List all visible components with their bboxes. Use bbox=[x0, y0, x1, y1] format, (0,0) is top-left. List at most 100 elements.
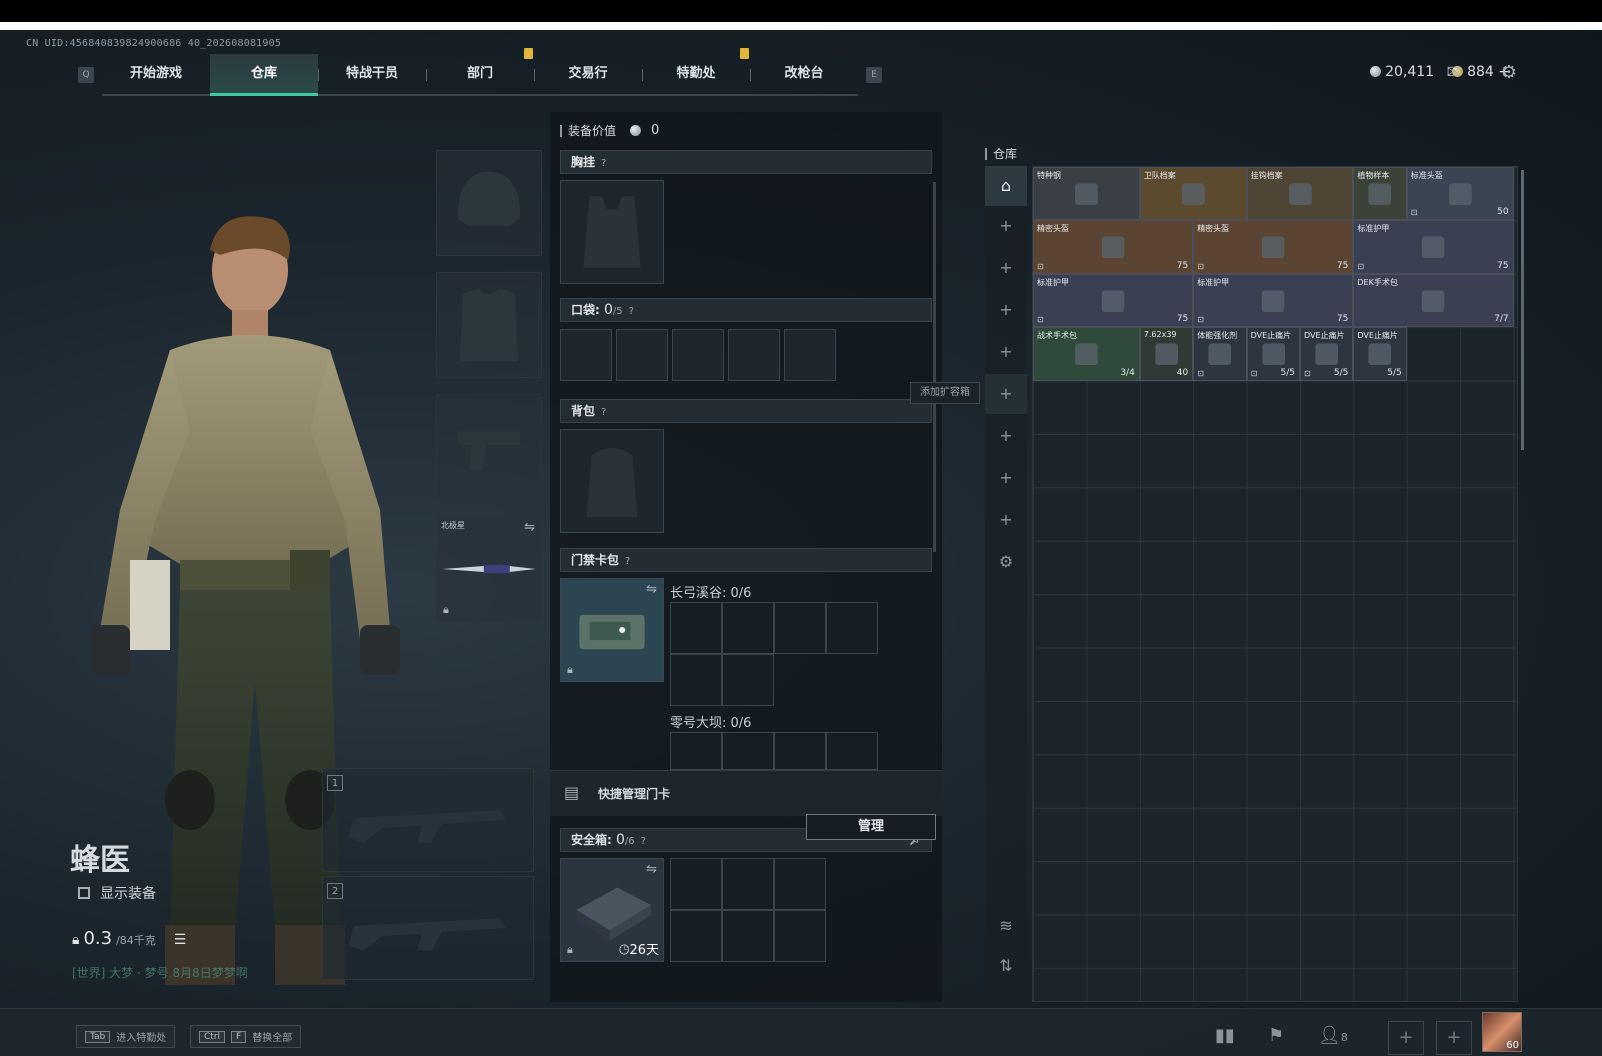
tab-warehouse[interactable]: 仓库 bbox=[210, 54, 318, 96]
nav-next-key[interactable]: E bbox=[866, 67, 882, 83]
world-chat-line[interactable]: [世界] 大梦 · 梦号 8月8日梦梦啊 bbox=[72, 964, 248, 981]
keycard-cell[interactable] bbox=[774, 602, 826, 654]
warehouse-item[interactable]: DVE止痛片 ⊡ 5/5 bbox=[1246, 327, 1300, 381]
add-page-icon[interactable]: + bbox=[985, 290, 1027, 330]
swap-icon[interactable]: ⇋ bbox=[524, 520, 535, 535]
nav-prev-key[interactable]: Q bbox=[78, 67, 94, 83]
tab-gunsmith[interactable]: 改枪台 bbox=[740, 48, 858, 94]
help-icon[interactable]: ? bbox=[601, 407, 606, 418]
stats-icon[interactable]: ▮▮ bbox=[1215, 1025, 1235, 1046]
pocket-slot[interactable] bbox=[728, 329, 780, 381]
add-page-icon[interactable]: + bbox=[985, 416, 1027, 456]
warehouse-item[interactable]: DVE止痛片 5/5 bbox=[1353, 327, 1407, 381]
warehouse-item[interactable]: 特种钢 bbox=[1033, 167, 1140, 221]
keycard-cell[interactable] bbox=[722, 602, 774, 654]
tab-operators[interactable]: 特战干员 bbox=[318, 54, 426, 94]
safebox-cell[interactable] bbox=[774, 910, 826, 962]
warehouse-item[interactable]: 标准护甲 ⊡ 75 bbox=[1033, 273, 1194, 328]
list-icon[interactable]: ☰ bbox=[174, 932, 187, 948]
add-page-icon[interactable]: + bbox=[985, 500, 1027, 540]
warehouse-item[interactable]: 植物样本 bbox=[1353, 167, 1407, 221]
chest-rig-header: 胸挂? bbox=[560, 150, 932, 174]
friends-icon[interactable]: 👤︎8 bbox=[1318, 1025, 1348, 1046]
safebox-cell[interactable] bbox=[774, 858, 826, 910]
warehouse-item[interactable]: 卫队档案 bbox=[1139, 167, 1247, 221]
primary-weapon-slot[interactable]: 1 bbox=[322, 768, 534, 872]
warehouse-item[interactable]: 战术手术包 3/4 bbox=[1033, 327, 1140, 381]
mail-icon[interactable]: ✉ bbox=[1443, 64, 1465, 82]
warehouse-grid[interactable]: 特种钢 卫队档案 挂钩档案 植物样本 标准头盔 ⊡ 50 精密头盔 ⊡ 75 精密头盔 ⊡ 75 标准护甲… bbox=[1032, 166, 1518, 1002]
show-equipment-checkbox[interactable] bbox=[78, 887, 90, 899]
add-page-icon[interactable]: + bbox=[985, 206, 1027, 246]
pocket-slot[interactable] bbox=[672, 329, 724, 381]
pocket-slot[interactable] bbox=[616, 329, 668, 381]
warehouse-item[interactable]: 精密头盔 ⊡ 75 bbox=[1033, 220, 1194, 274]
gear-icon[interactable]: ⚙ bbox=[1498, 64, 1520, 82]
avatar[interactable]: 60 bbox=[1482, 1012, 1522, 1052]
keycard-cell[interactable] bbox=[670, 732, 722, 770]
add-page-icon[interactable]: + bbox=[985, 458, 1027, 498]
pocket-slot[interactable] bbox=[560, 329, 612, 381]
replace-all-hint[interactable]: Ctrl F 替换全部 bbox=[190, 1025, 302, 1048]
add-party-slot[interactable]: + bbox=[1436, 1021, 1472, 1055]
safebox-slot[interactable]: ⇋ 🔒︎ 🕒︎26天 bbox=[560, 858, 664, 962]
keycard-cell[interactable] bbox=[722, 732, 774, 770]
melee-slot[interactable]: 北极星 ⇋ 🔒︎ bbox=[436, 516, 542, 622]
enter-special-ops-hint[interactable]: Tab 进入特勤处 bbox=[76, 1025, 176, 1048]
warehouse-item[interactable]: 标准头盔 ⊡ 50 bbox=[1406, 167, 1514, 221]
secondary-weapon-slot[interactable]: 2 bbox=[322, 876, 534, 980]
help-icon[interactable]: ? bbox=[641, 836, 646, 847]
backpack-slot[interactable] bbox=[560, 429, 664, 533]
safebox-cell[interactable] bbox=[670, 910, 722, 962]
safebox-cell[interactable] bbox=[670, 858, 722, 910]
sort-icon[interactable]: ⇅ bbox=[985, 946, 1027, 986]
warehouse-item[interactable]: 标准护甲 ⊡ 75 bbox=[1353, 220, 1514, 274]
show-equipment-toggle[interactable]: 显示装备 bbox=[78, 883, 156, 903]
tab-trade[interactable]: 交易行 bbox=[524, 48, 642, 94]
keycard-cell[interactable] bbox=[826, 732, 878, 770]
safebox-cell[interactable] bbox=[722, 858, 774, 910]
warehouse-item[interactable]: DVE止痛片 ⊡ 5/5 bbox=[1300, 327, 1354, 381]
keycard-cell[interactable] bbox=[670, 654, 722, 706]
equipment-scrollbar[interactable] bbox=[933, 182, 936, 552]
help-icon[interactable]: ? bbox=[629, 306, 634, 317]
swap-icon[interactable]: ⇋ bbox=[646, 862, 657, 877]
warehouse-scrollbar[interactable] bbox=[1521, 170, 1524, 450]
item-tag-icon: ⊡ bbox=[1037, 261, 1044, 271]
help-icon[interactable]: ? bbox=[601, 158, 606, 169]
warehouse-item[interactable]: 挂钩档案 bbox=[1246, 167, 1354, 221]
swap-icon[interactable]: ⇋ bbox=[646, 582, 657, 597]
warehouse-item[interactable]: DEK手术包 7/7 bbox=[1353, 273, 1514, 328]
manage-button[interactable]: 管理 bbox=[806, 814, 936, 840]
safebox-cell[interactable] bbox=[722, 910, 774, 962]
warehouse-item[interactable]: 7.62x39 40 bbox=[1139, 327, 1194, 381]
settings-gear-icon[interactable]: ⚙ bbox=[985, 542, 1027, 582]
warehouse-item[interactable]: 标准护甲 ⊡ 75 bbox=[1193, 273, 1354, 328]
warehouse-home-icon[interactable]: ⌂ bbox=[985, 166, 1027, 206]
layers-icon[interactable]: ≋ bbox=[985, 906, 1027, 946]
keycard-cell[interactable] bbox=[670, 602, 722, 654]
keycard-case-slot[interactable]: ⇋ 🔒︎ bbox=[560, 578, 664, 682]
add-page-icon[interactable]: + bbox=[985, 374, 1027, 414]
tab-start-game[interactable]: 开始游戏 bbox=[102, 54, 210, 94]
friends-count: 8 bbox=[1340, 1031, 1348, 1044]
tab-department[interactable]: 部门 bbox=[426, 54, 534, 94]
pocket-slot[interactable] bbox=[784, 329, 836, 381]
add-page-icon[interactable]: + bbox=[985, 332, 1027, 372]
flag-icon[interactable]: ⚑ bbox=[1268, 1025, 1284, 1046]
keycard-cell[interactable] bbox=[826, 602, 878, 654]
armor-slot[interactable] bbox=[436, 272, 542, 378]
help-icon[interactable]: ? bbox=[625, 556, 630, 567]
item-value: 7/7 bbox=[1494, 314, 1509, 325]
chest-rig-slot[interactable] bbox=[560, 180, 664, 284]
add-party-slot[interactable]: + bbox=[1388, 1021, 1424, 1055]
keycard-cell[interactable] bbox=[722, 654, 774, 706]
warehouse-item[interactable]: 精密头盔 ⊡ 75 bbox=[1193, 220, 1354, 274]
pistol-slot[interactable] bbox=[436, 394, 542, 500]
add-page-icon[interactable]: + bbox=[985, 248, 1027, 288]
add-container-tooltip[interactable]: 添加扩容箱 bbox=[910, 382, 980, 404]
helmet-slot[interactable] bbox=[436, 150, 542, 256]
tab-special-ops[interactable]: 特勤处 bbox=[642, 54, 750, 94]
warehouse-item[interactable]: 体能强化剂 ⊡ bbox=[1193, 327, 1247, 381]
keycard-cell[interactable] bbox=[774, 732, 826, 770]
